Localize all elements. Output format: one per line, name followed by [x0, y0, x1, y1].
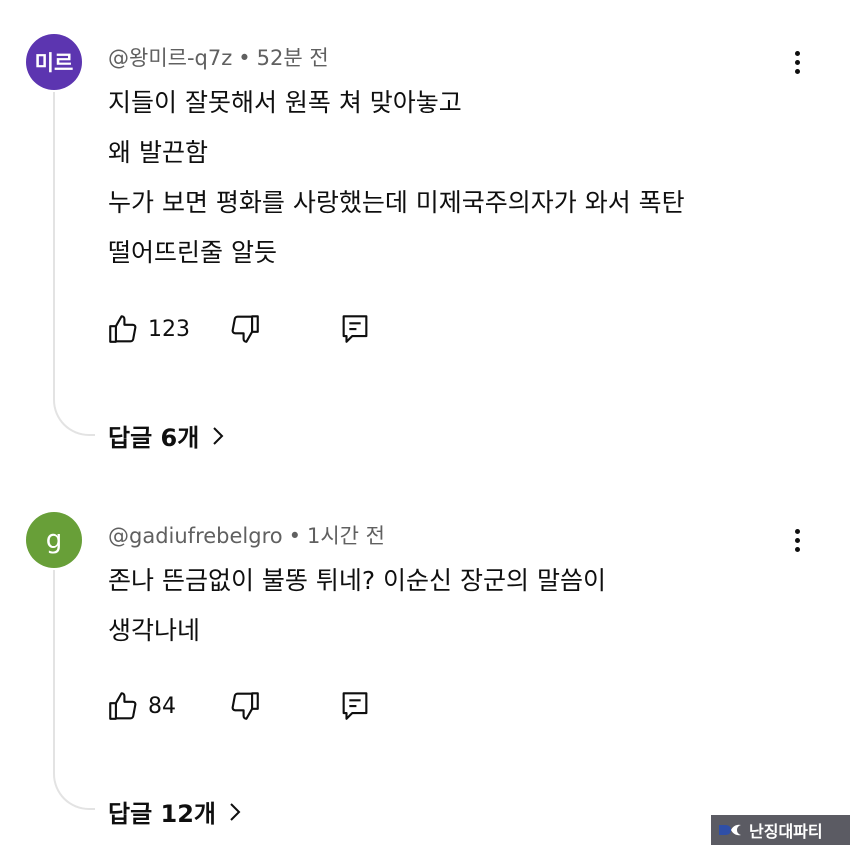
view-replies-button[interactable]: 답글 6개: [108, 418, 225, 453]
like-button[interactable]: 123: [106, 312, 190, 346]
comment-text-line: 지들이 잘못해서 원폭 쳐 맞아놓고: [108, 88, 462, 117]
like-count: 123: [148, 316, 190, 342]
comment-text-line: 떨어뜨린줄 알듯: [108, 238, 277, 267]
replies-label: 답글 12개: [108, 800, 216, 828]
chevron-right-icon: [230, 802, 241, 821]
thumbs-down-icon: [231, 315, 259, 343]
like-button[interactable]: 84: [106, 689, 176, 723]
more-vert-icon: [794, 528, 800, 534]
reply-button[interactable]: [338, 689, 372, 723]
meta-separator: •: [288, 524, 301, 548]
dot: [794, 537, 800, 543]
timestamp: 1시간 전: [306, 524, 385, 548]
author-name[interactable]: @왕미르-q7z: [108, 46, 232, 70]
like-count: 84: [148, 693, 176, 719]
comment-text-line: 누가 보면 평화를 사랑했는데 미제국주의자가 와서 폭탄: [108, 188, 685, 217]
thumbs-down-icon: [231, 692, 259, 720]
comment-meta: @왕미르-q7z • 52분 전: [108, 42, 329, 72]
timestamp: 52분 전: [256, 46, 329, 70]
author-name[interactable]: @gadiufrebelgro: [108, 524, 283, 548]
replies-label: 답글 6개: [108, 424, 200, 452]
avatar[interactable]: g: [26, 512, 82, 568]
dislike-button[interactable]: [228, 689, 262, 723]
comment-meta: @gadiufrebelgro • 1시간 전: [108, 520, 385, 550]
comment-actions: 84: [106, 688, 372, 724]
view-replies-button[interactable]: 답글 12개: [108, 794, 242, 829]
thread-line: [53, 92, 95, 436]
more-vert-icon: [794, 50, 800, 56]
watermark-logo-icon: [719, 824, 741, 836]
comment-text-line: 생각나네: [108, 616, 201, 645]
thumbs-up-icon: [109, 315, 137, 343]
watermark-text: 난징대파티: [749, 822, 823, 841]
dot: [794, 68, 800, 74]
reply-button[interactable]: [338, 312, 372, 346]
avatar[interactable]: 미르: [26, 34, 82, 90]
more-options-button[interactable]: [780, 523, 814, 557]
thumbs-up-icon: [109, 692, 137, 720]
dot: [794, 59, 800, 65]
meta-separator: •: [238, 46, 251, 70]
reply-icon: [342, 315, 368, 343]
comment-actions: 123: [106, 311, 372, 347]
chevron-right-icon: [213, 426, 224, 445]
dislike-button[interactable]: [228, 312, 262, 346]
comment-text-line: 존나 뜬금없이 불똥 튀네? 이순신 장군의 말씀이: [108, 566, 606, 595]
reply-icon: [342, 692, 368, 720]
thread-line: [53, 570, 95, 810]
comment-text-line: 왜 발끈함: [108, 138, 208, 167]
more-options-button[interactable]: [780, 45, 814, 79]
watermark: 난징대파티: [711, 815, 850, 845]
dot: [794, 546, 800, 552]
